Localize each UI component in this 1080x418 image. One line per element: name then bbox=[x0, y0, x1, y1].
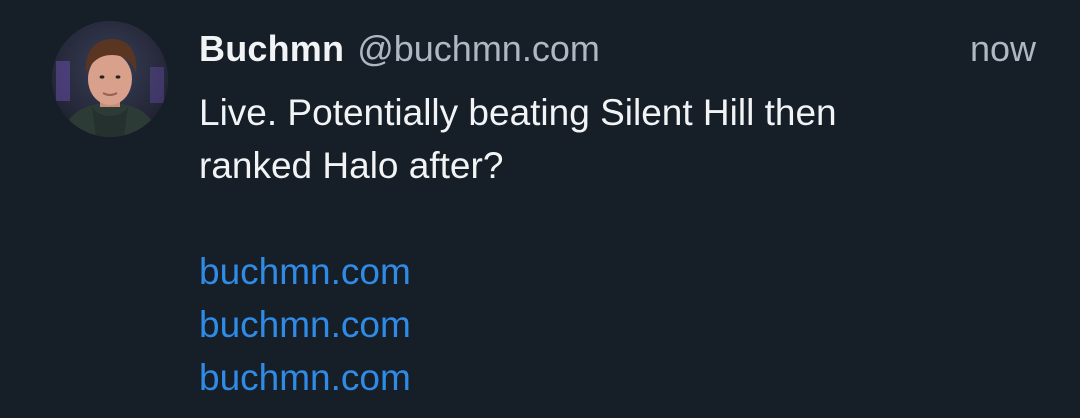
post-card[interactable]: Buchmn @buchmn.com now Live. Potentially… bbox=[0, 0, 1080, 418]
author-display-name[interactable]: Buchmn bbox=[199, 28, 344, 70]
post-header: Buchmn @buchmn.com now bbox=[199, 28, 1036, 72]
author-handle[interactable]: @buchmn.com bbox=[357, 28, 600, 70]
post-link[interactable]: buchmn.com bbox=[199, 298, 411, 351]
post-link[interactable]: buchmn.com bbox=[199, 245, 411, 298]
post-timestamp[interactable]: now bbox=[970, 28, 1036, 70]
post-link[interactable]: buchmn.com bbox=[199, 351, 411, 404]
user-avatar-photo-icon bbox=[52, 21, 168, 137]
post-text-line: Live. Potentially beating Silent Hill th… bbox=[199, 92, 837, 133]
avatar[interactable] bbox=[52, 21, 168, 137]
post-text-line: ranked Halo after? bbox=[199, 145, 504, 186]
post-links: buchmn.com buchmn.com buchmn.com bbox=[199, 245, 411, 404]
post-text: Live. Potentially beating Silent Hill th… bbox=[199, 86, 1039, 192]
